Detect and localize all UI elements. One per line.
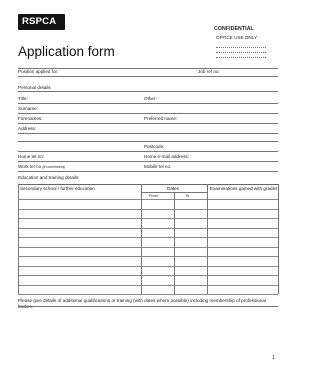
table-left-border (18, 184, 19, 294)
logo-text: RSPCA (22, 16, 57, 27)
table-row[interactable] (18, 265, 278, 267)
home-tel-field-line[interactable] (18, 161, 278, 162)
table-row[interactable] (18, 199, 278, 200)
office-use-label: OFFICE USE ONLY (216, 35, 258, 40)
forenames-label: Forenames: (18, 116, 43, 121)
work-tel-field-line[interactable] (18, 171, 278, 172)
confidential-label: CONFIDENTIAL (214, 26, 254, 32)
table-right-border (278, 184, 279, 294)
table-row[interactable] (18, 275, 278, 276)
table-top-border (18, 184, 278, 185)
table-divider-from-to (174, 192, 175, 294)
postcode-label: Postcode: (144, 144, 165, 149)
work-tel-note: (if convenient) (42, 165, 66, 169)
rspca-logo: RSPCA (18, 14, 65, 30)
work-tel-label: Work tel no (if convenient) (18, 164, 65, 170)
address-label: Address: (18, 126, 37, 131)
home-email-label: Home e-mail address: (144, 154, 189, 159)
title-field-line[interactable] (18, 103, 278, 104)
title-label: Title: (18, 96, 28, 101)
table-row[interactable] (18, 284, 278, 286)
position-label: Position applied for: (18, 69, 59, 74)
table-divider-dates (207, 184, 208, 294)
other-label: Other: (144, 96, 157, 101)
office-use-line-1[interactable] (216, 47, 266, 48)
address-field-line-1[interactable] (18, 133, 278, 134)
table-divider-school (141, 184, 142, 294)
col-header-school: Secondary school / further education (20, 186, 95, 191)
preferred-name-label: Preferred name: (144, 116, 178, 121)
divider (18, 91, 278, 92)
table-row[interactable] (18, 218, 278, 219)
additional-qualifications-text: Please give details of additional qualif… (18, 298, 266, 309)
education-heading: Education and training details (18, 175, 79, 180)
col-header-exams: Examinations gained with grades (210, 186, 278, 191)
table-row[interactable] (18, 294, 278, 295)
job-ref-label: Job ref no: (198, 69, 220, 74)
mobile-label: Mobile tel no: (144, 164, 172, 169)
page-number: 1 (272, 355, 275, 361)
home-tel-label: Home tel no: (18, 154, 45, 159)
position-field-line[interactable] (18, 76, 278, 77)
form-title: Application form (18, 44, 115, 59)
surname-field-line[interactable] (18, 113, 278, 114)
surname-label: Surname: (18, 106, 38, 111)
additional-qualifications-field[interactable] (18, 306, 278, 307)
table-row[interactable] (18, 237, 278, 238)
work-tel-text: Work tel no (18, 164, 42, 169)
address-field-line-2[interactable] (18, 141, 278, 142)
table-row[interactable] (18, 256, 278, 257)
office-use-line-3[interactable] (216, 57, 266, 58)
office-use-line-2[interactable] (216, 52, 266, 53)
table-row[interactable] (18, 227, 278, 229)
postcode-field-line[interactable] (18, 151, 278, 152)
forenames-field-line[interactable] (18, 123, 278, 124)
table-row[interactable] (18, 208, 278, 210)
table-row[interactable] (18, 246, 278, 248)
